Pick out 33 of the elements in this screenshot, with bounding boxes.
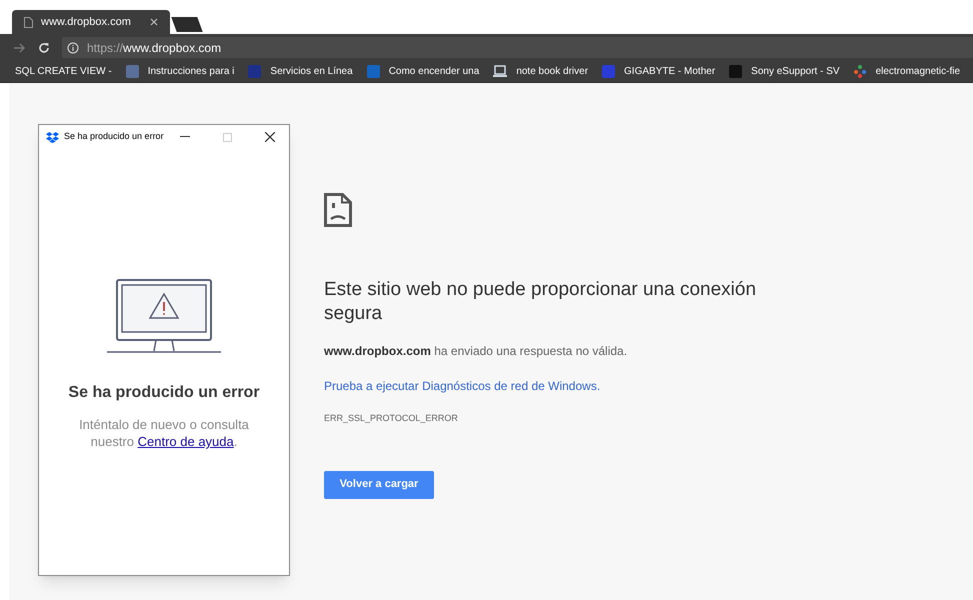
error-message: www.dropbox.com ha enviado una respuesta no válida. xyxy=(324,343,628,360)
dots-icon xyxy=(854,65,867,78)
forward-icon[interactable] xyxy=(14,42,26,52)
bookmark[interactable]: GIGABYTE - Mother xyxy=(602,64,716,79)
diagnostics-link[interactable]: Prueba a ejecutar Diagnósticos de red de Windows. xyxy=(324,377,600,395)
address-bar[interactable]: https://www.dropbox.com xyxy=(62,37,973,58)
bookmark[interactable]: Como encender una xyxy=(366,64,480,79)
dialog-title: Se ha producido un error xyxy=(64,130,165,144)
browser-tab[interactable]: www.dropbox.com xyxy=(12,10,170,34)
bookmark[interactable]: Servicios en Línea xyxy=(248,64,353,79)
reload-button[interactable]: Volver a cargar xyxy=(324,470,434,498)
bookmark[interactable]: SQL CREATE VIEW - xyxy=(15,64,112,79)
close-icon[interactable] xyxy=(265,132,275,142)
info-icon[interactable] xyxy=(67,42,79,54)
error-heading: Este sitio web no puede proporcionar una conexión segura xyxy=(324,278,758,326)
new-tab-button[interactable] xyxy=(171,17,203,32)
bookmark[interactable]: note book driver xyxy=(493,64,588,79)
reload-icon[interactable] xyxy=(38,42,50,54)
tab-title: www.dropbox.com xyxy=(41,14,132,30)
bookmark[interactable]: Sony eSupport - SV xyxy=(729,64,840,79)
help-center-link[interactable]: Centro de ayuda xyxy=(138,434,234,449)
dialog-heading: Se ha producido un error xyxy=(68,383,260,403)
url-text: https://www.dropbox.com xyxy=(87,40,222,56)
laptop-icon xyxy=(493,65,508,78)
box-logo-icon xyxy=(46,132,59,142)
close-icon[interactable] xyxy=(150,18,158,26)
dialog-message: Inténtalo de nuevo o consulta nuestro Centro de ayuda. xyxy=(78,416,250,450)
sad-page-icon xyxy=(324,193,352,227)
bookmark[interactable]: electromagnetic-fie xyxy=(854,64,960,79)
page-icon xyxy=(24,16,33,28)
bookmark[interactable]: Instrucciones para i xyxy=(126,64,234,79)
error-code: ERR_SSL_PROTOCOL_ERROR xyxy=(324,412,458,425)
minimize-icon[interactable] xyxy=(180,136,190,138)
